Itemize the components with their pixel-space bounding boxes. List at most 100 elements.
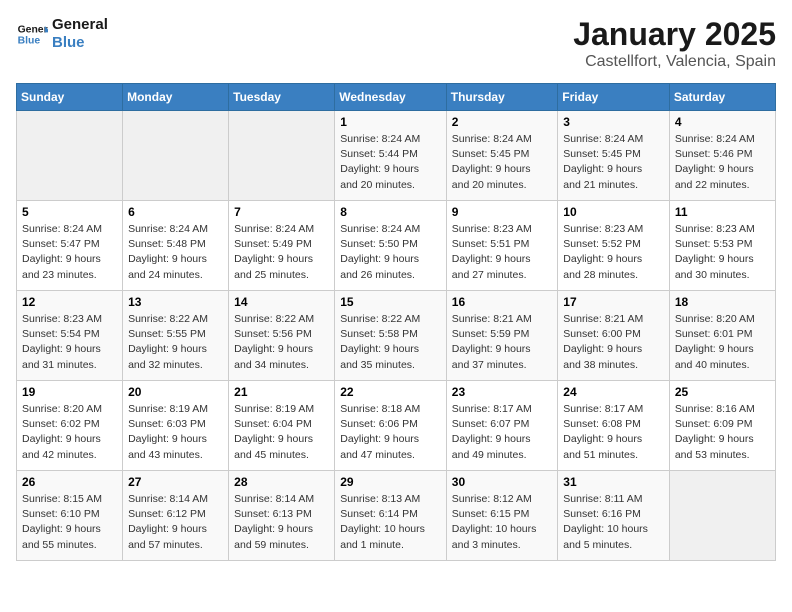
day-number: 1	[340, 115, 441, 129]
day-number: 9	[452, 205, 553, 219]
week-row-3: 19 Sunrise: 8:20 AM Sunset: 6:02 PM Dayli…	[17, 381, 776, 471]
day-number: 11	[675, 205, 770, 219]
title-area: January 2025 Castellfort, Valencia, Spai…	[573, 16, 776, 71]
calendar-cell: 26Sunrise: 8:15 AM Sunset: 6:10 PM Dayli…	[17, 471, 123, 561]
calendar-title: January 2025	[573, 16, 776, 53]
day-info: Sunrise: 8:15 AM Sunset: 6:10 PM Dayligh…	[22, 492, 117, 553]
day-number: 27	[128, 475, 223, 489]
day-info: Sunrise: 8:24 AM Sunset: 5:45 PM Dayligh…	[563, 132, 664, 193]
header-saturday: Saturday	[669, 84, 775, 111]
calendar-cell: 18Sunrise: 8:20 AM Sunset: 6:01 PM Dayli…	[669, 291, 775, 381]
calendar-cell: 28Sunrise: 8:14 AM Sunset: 6:13 PM Dayli…	[229, 471, 335, 561]
calendar-cell: 5 Sunrise: 8:24 AM Sunset: 5:47 PM Daylig…	[17, 201, 123, 291]
calendar-cell	[17, 111, 123, 201]
svg-text:General: General	[18, 24, 48, 35]
day-number: 23	[452, 385, 553, 399]
day-number: 2	[452, 115, 553, 129]
day-number: 20	[128, 385, 223, 399]
calendar-cell: 8 Sunrise: 8:24 AM Sunset: 5:50 PM Daylig…	[335, 201, 447, 291]
calendar-cell: 9 Sunrise: 8:23 AM Sunset: 5:51 PM Daylig…	[446, 201, 558, 291]
day-info: Sunrise: 8:21 AM Sunset: 5:59 PM Dayligh…	[452, 312, 553, 373]
day-number: 6	[128, 205, 223, 219]
day-info: Sunrise: 8:21 AM Sunset: 6:00 PM Dayligh…	[563, 312, 664, 373]
header-friday: Friday	[558, 84, 670, 111]
day-info: Sunrise: 8:20 AM Sunset: 6:01 PM Dayligh…	[675, 312, 770, 373]
day-info: Sunrise: 8:24 AM Sunset: 5:50 PM Dayligh…	[340, 222, 441, 283]
day-number: 21	[234, 385, 329, 399]
day-info: Sunrise: 8:20 AM Sunset: 6:02 PM Dayligh…	[22, 402, 117, 463]
day-info: Sunrise: 8:24 AM Sunset: 5:49 PM Dayligh…	[234, 222, 329, 283]
calendar-cell: 14Sunrise: 8:22 AM Sunset: 5:56 PM Dayli…	[229, 291, 335, 381]
week-row-4: 26Sunrise: 8:15 AM Sunset: 6:10 PM Dayli…	[17, 471, 776, 561]
day-info: Sunrise: 8:24 AM Sunset: 5:44 PM Dayligh…	[340, 132, 441, 193]
day-number: 10	[563, 205, 664, 219]
calendar-cell: 30 Sunrise: 8:12 AM Sunset: 6:15 PM Dayli…	[446, 471, 558, 561]
day-info: Sunrise: 8:24 AM Sunset: 5:48 PM Dayligh…	[128, 222, 223, 283]
calendar-cell: 11 Sunrise: 8:23 AM Sunset: 5:53 PM Dayli…	[669, 201, 775, 291]
week-row-2: 12 Sunrise: 8:23 AM Sunset: 5:54 PM Dayli…	[17, 291, 776, 381]
day-info: Sunrise: 8:22 AM Sunset: 5:55 PM Dayligh…	[128, 312, 223, 373]
calendar-cell: 4 Sunrise: 8:24 AM Sunset: 5:46 PM Daylig…	[669, 111, 775, 201]
day-info: Sunrise: 8:11 AM Sunset: 6:16 PM Dayligh…	[563, 492, 664, 553]
day-number: 4	[675, 115, 770, 129]
day-info: Sunrise: 8:13 AM Sunset: 6:14 PM Dayligh…	[340, 492, 441, 553]
day-number: 15	[340, 295, 441, 309]
day-info: Sunrise: 8:22 AM Sunset: 5:58 PM Dayligh…	[340, 312, 441, 373]
day-info: Sunrise: 8:16 AM Sunset: 6:09 PM Dayligh…	[675, 402, 770, 463]
calendar-cell: 16 Sunrise: 8:21 AM Sunset: 5:59 PM Dayli…	[446, 291, 558, 381]
day-info: Sunrise: 8:24 AM Sunset: 5:45 PM Dayligh…	[452, 132, 553, 193]
calendar-cell: 3 Sunrise: 8:24 AM Sunset: 5:45 PM Daylig…	[558, 111, 670, 201]
logo: General Blue General Blue	[16, 16, 108, 52]
day-info: Sunrise: 8:17 AM Sunset: 6:08 PM Dayligh…	[563, 402, 664, 463]
day-info: Sunrise: 8:24 AM Sunset: 5:47 PM Dayligh…	[22, 222, 117, 283]
day-number: 30	[452, 475, 553, 489]
day-number: 25	[675, 385, 770, 399]
header-wednesday: Wednesday	[335, 84, 447, 111]
day-info: Sunrise: 8:23 AM Sunset: 5:53 PM Dayligh…	[675, 222, 770, 283]
calendar-cell: 25 Sunrise: 8:16 AM Sunset: 6:09 PM Dayli…	[669, 381, 775, 471]
calendar-cell: 19 Sunrise: 8:20 AM Sunset: 6:02 PM Dayli…	[17, 381, 123, 471]
calendar-cell: 20 Sunrise: 8:19 AM Sunset: 6:03 PM Dayli…	[123, 381, 229, 471]
day-number: 8	[340, 205, 441, 219]
day-info: Sunrise: 8:17 AM Sunset: 6:07 PM Dayligh…	[452, 402, 553, 463]
calendar-cell: 10 Sunrise: 8:23 AM Sunset: 5:52 PM Dayli…	[558, 201, 670, 291]
calendar-cell: 22Sunrise: 8:18 AM Sunset: 6:06 PM Dayli…	[335, 381, 447, 471]
day-number: 16	[452, 295, 553, 309]
day-number: 7	[234, 205, 329, 219]
calendar-cell: 15 Sunrise: 8:22 AM Sunset: 5:58 PM Dayli…	[335, 291, 447, 381]
day-number: 28	[234, 475, 329, 489]
day-number: 31	[563, 475, 664, 489]
day-info: Sunrise: 8:19 AM Sunset: 6:03 PM Dayligh…	[128, 402, 223, 463]
logo-text-blue: Blue	[52, 34, 108, 52]
calendar-cell	[229, 111, 335, 201]
day-number: 24	[563, 385, 664, 399]
header-sunday: Sunday	[17, 84, 123, 111]
calendar-subtitle: Castellfort, Valencia, Spain	[573, 53, 776, 71]
week-row-0: 1 Sunrise: 8:24 AM Sunset: 5:44 PM Daylig…	[17, 111, 776, 201]
day-number: 3	[563, 115, 664, 129]
header-monday: Monday	[123, 84, 229, 111]
day-info: Sunrise: 8:19 AM Sunset: 6:04 PM Dayligh…	[234, 402, 329, 463]
day-number: 14	[234, 295, 329, 309]
day-number: 5	[22, 205, 117, 219]
day-info: Sunrise: 8:23 AM Sunset: 5:52 PM Dayligh…	[563, 222, 664, 283]
header-thursday: Thursday	[446, 84, 558, 111]
header-tuesday: Tuesday	[229, 84, 335, 111]
day-info: Sunrise: 8:23 AM Sunset: 5:51 PM Dayligh…	[452, 222, 553, 283]
calendar-cell: 6 Sunrise: 8:24 AM Sunset: 5:48 PM Daylig…	[123, 201, 229, 291]
day-info: Sunrise: 8:14 AM Sunset: 6:12 PM Dayligh…	[128, 492, 223, 553]
week-row-1: 5 Sunrise: 8:24 AM Sunset: 5:47 PM Daylig…	[17, 201, 776, 291]
day-info: Sunrise: 8:24 AM Sunset: 5:46 PM Dayligh…	[675, 132, 770, 193]
day-number: 12	[22, 295, 117, 309]
calendar-cell: 1 Sunrise: 8:24 AM Sunset: 5:44 PM Daylig…	[335, 111, 447, 201]
calendar-cell: 12 Sunrise: 8:23 AM Sunset: 5:54 PM Dayli…	[17, 291, 123, 381]
calendar-cell: 2 Sunrise: 8:24 AM Sunset: 5:45 PM Daylig…	[446, 111, 558, 201]
calendar-cell	[669, 471, 775, 561]
calendar-cell: 13Sunrise: 8:22 AM Sunset: 5:55 PM Dayli…	[123, 291, 229, 381]
page-header: General Blue General Blue January 2025 C…	[16, 16, 776, 71]
day-info: Sunrise: 8:23 AM Sunset: 5:54 PM Dayligh…	[22, 312, 117, 373]
day-info: Sunrise: 8:12 AM Sunset: 6:15 PM Dayligh…	[452, 492, 553, 553]
calendar-table: SundayMondayTuesdayWednesdayThursdayFrid…	[16, 83, 776, 561]
day-number: 19	[22, 385, 117, 399]
calendar-cell: 21 Sunrise: 8:19 AM Sunset: 6:04 PM Dayli…	[229, 381, 335, 471]
